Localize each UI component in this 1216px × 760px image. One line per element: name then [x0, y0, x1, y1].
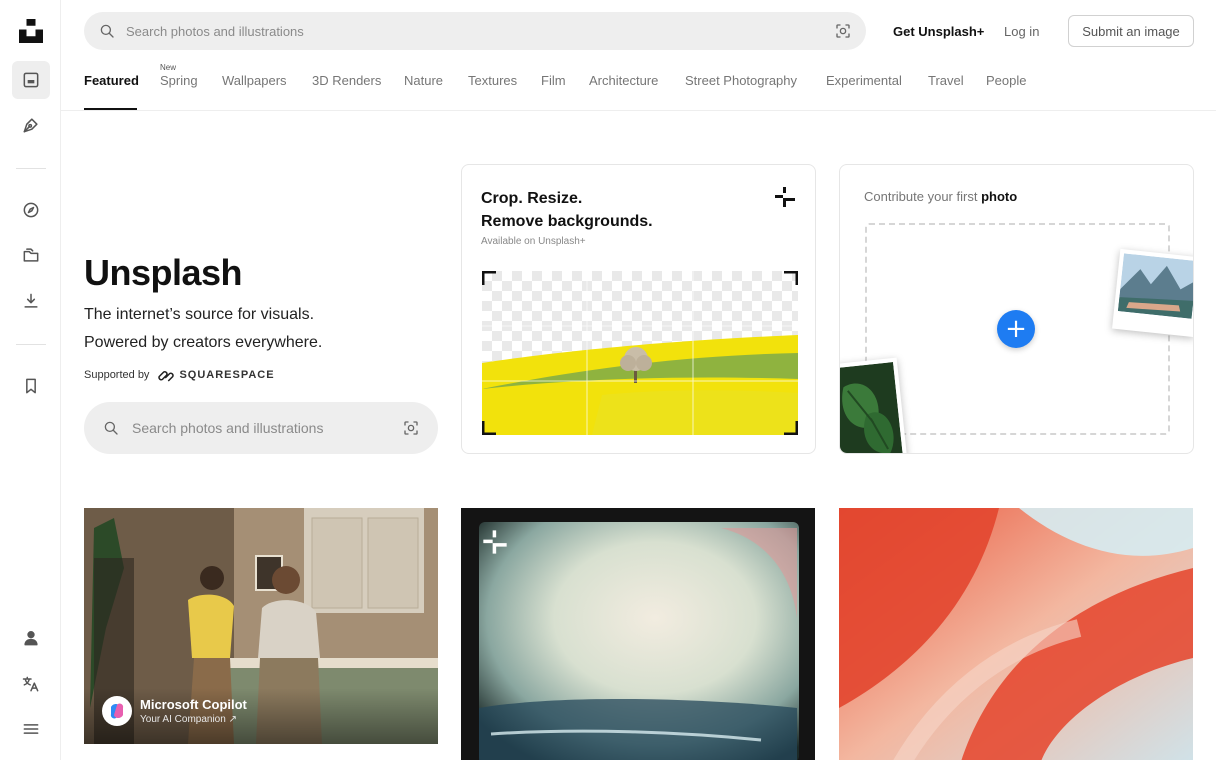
hero-subtitle-line1: The internet’s source for visuals. — [84, 306, 315, 323]
supported-by-label: Supported by — [84, 369, 150, 381]
unsplash-plus-icon — [481, 528, 509, 556]
tab-street-photography[interactable]: Street Photography — [685, 73, 797, 88]
tab-wallpapers[interactable]: Wallpapers — [222, 73, 287, 88]
tab-spring[interactable]: Spring — [160, 73, 198, 88]
squarespace-wordmark: SQUARESPACE — [179, 369, 275, 381]
unsplash-logo[interactable] — [12, 12, 50, 50]
tab-people[interactable]: People — [986, 73, 1026, 88]
promo-title-line1: Crop. Resize. — [481, 190, 583, 207]
contribute-card[interactable]: Contribute your first photo + — [839, 164, 1194, 454]
tab-nature[interactable]: Nature — [404, 73, 443, 88]
promo-title-line2: Remove backgrounds. — [481, 213, 653, 230]
unsplash-plus-promo-card[interactable]: Crop. Resize. Remove backgrounds. Availa… — [461, 164, 816, 454]
sample-photo-mountain — [1112, 248, 1193, 338]
tab-3d-renders[interactable]: 3D Renders — [312, 73, 381, 88]
tab-experimental[interactable]: Experimental — [826, 73, 902, 88]
hero-subtitle-line2: Powered by creators everywhere. — [84, 334, 323, 351]
menu-icon[interactable] — [12, 710, 50, 748]
hero-search-input[interactable] — [132, 420, 402, 436]
visual-search-icon[interactable] — [402, 419, 420, 437]
tabs-divider — [61, 110, 1216, 111]
sidebar-divider — [16, 344, 46, 345]
tab-textures[interactable]: Textures — [468, 73, 517, 88]
collections-icon[interactable] — [12, 236, 50, 274]
hero-search-bar[interactable] — [84, 402, 438, 454]
topic-tabs: Featured New Spring Wallpapers 3D Render… — [84, 60, 1216, 111]
header-search-bar[interactable] — [84, 12, 866, 50]
tab-architecture[interactable]: Architecture — [589, 73, 658, 88]
login-link[interactable]: Log in — [1004, 24, 1039, 39]
contribute-title-bold: photo — [981, 189, 1018, 204]
sidebar-divider — [16, 168, 46, 169]
tab-travel[interactable]: Travel — [928, 73, 964, 88]
supported-by: Supported by SQUARESPACE — [84, 368, 275, 382]
squarespace-link[interactable]: SQUARESPACE — [157, 368, 274, 382]
submit-image-button[interactable]: Submit an image — [1068, 15, 1194, 47]
add-photo-button[interactable]: + — [997, 310, 1035, 348]
unsplash-plus-icon — [773, 185, 797, 214]
account-icon[interactable] — [12, 619, 50, 657]
visual-search-icon[interactable] — [834, 22, 852, 40]
copilot-logo — [102, 696, 132, 726]
bookmark-icon[interactable] — [12, 367, 50, 405]
header-search-input[interactable] — [126, 23, 834, 39]
plus-icon: + — [1005, 314, 1027, 344]
sample-photo-leaf — [840, 357, 908, 453]
search-icon[interactable] — [102, 419, 120, 437]
sponsor-badge[interactable]: Microsoft Copilot Your AI Companion ↗ — [102, 696, 247, 726]
photos-icon[interactable] — [12, 61, 50, 99]
squarespace-icon — [158, 371, 175, 382]
hero-title: Unsplash — [84, 252, 243, 293]
photo-tile-kitchen[interactable]: Microsoft Copilot Your AI Companion ↗ — [84, 508, 438, 744]
crop-preview-image — [482, 271, 798, 435]
illustrations-icon[interactable] — [12, 106, 50, 144]
contribute-title: Contribute your first photo — [864, 189, 1017, 204]
promo-availability: Available on Unsplash+ — [481, 236, 586, 247]
search-icon[interactable] — [98, 22, 116, 40]
new-badge: New — [160, 63, 177, 72]
sponsor-name: Microsoft Copilot — [140, 697, 247, 712]
left-sidebar — [0, 0, 61, 760]
contribute-title-prefix: Contribute your first — [864, 189, 978, 204]
promo-title: Crop. Resize. Remove backgrounds. — [481, 187, 653, 233]
language-icon[interactable] — [12, 665, 50, 703]
explore-icon[interactable] — [12, 191, 50, 229]
get-unsplash-plus-link[interactable]: Get Unsplash+ — [893, 24, 984, 39]
tab-film[interactable]: Film — [541, 73, 566, 88]
photo-tile-abstract[interactable] — [839, 508, 1193, 760]
tab-featured[interactable]: Featured — [84, 73, 139, 88]
download-icon[interactable] — [12, 282, 50, 320]
photo-tile-film[interactable] — [461, 508, 815, 760]
sponsor-tagline: Your AI Companion ↗ — [140, 714, 237, 725]
